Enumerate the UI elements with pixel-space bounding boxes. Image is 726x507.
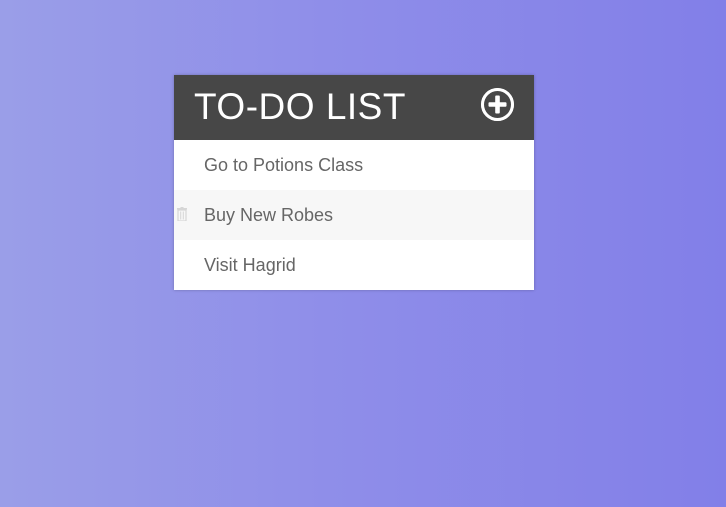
todo-item-label: Go to Potions Class bbox=[204, 155, 364, 175]
todo-item-label: Visit Hagrid bbox=[204, 255, 296, 275]
add-todo-button[interactable] bbox=[481, 88, 514, 121]
todo-header: TO-DO LIST bbox=[174, 75, 534, 140]
delete-todo-button[interactable] bbox=[177, 207, 187, 221]
trash-icon bbox=[177, 207, 187, 221]
todo-card: TO-DO LIST Go to Potions Class Buy New R… bbox=[174, 75, 534, 290]
todo-list: Go to Potions Class Buy New Robes Visit … bbox=[174, 140, 534, 290]
page-title: TO-DO LIST bbox=[194, 86, 406, 127]
todo-item[interactable]: Buy New Robes bbox=[174, 190, 534, 240]
plus-circle-icon bbox=[481, 88, 514, 121]
todo-item[interactable]: Visit Hagrid bbox=[174, 240, 534, 290]
todo-item[interactable]: Go to Potions Class bbox=[174, 140, 534, 190]
todo-item-label: Buy New Robes bbox=[204, 205, 334, 225]
